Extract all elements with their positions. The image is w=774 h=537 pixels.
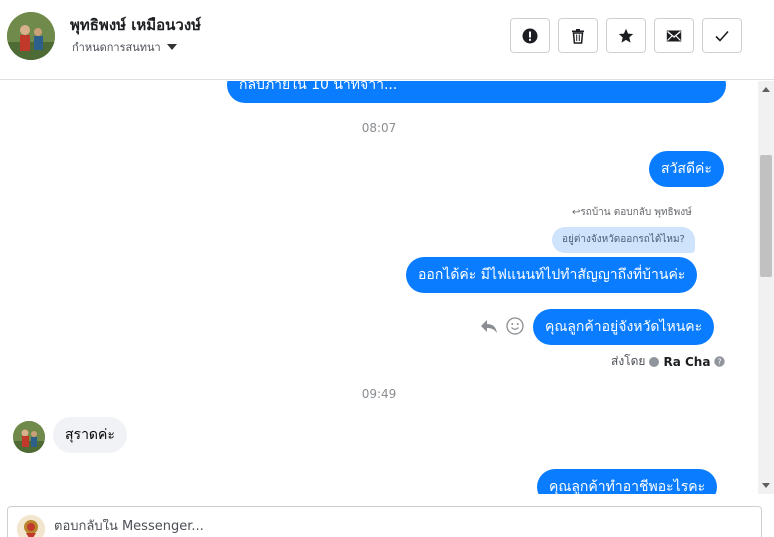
message-bubble-outgoing[interactable]: กลับภายใน 10 นาทีจ้าา...	[227, 81, 726, 103]
mark-unread-button[interactable]	[654, 18, 694, 53]
envelope-icon	[666, 30, 682, 41]
contact-avatar-small[interactable]	[13, 421, 45, 453]
star-button[interactable]	[606, 18, 646, 53]
quoted-message-text: อยู่ต่างจังหวัดออกรถได้ไหม?	[562, 234, 685, 245]
message-text: สวัสดีค่ะ	[661, 161, 712, 177]
contact-avatar[interactable]	[7, 12, 55, 60]
trash-icon	[572, 28, 584, 44]
header-actions	[510, 18, 742, 53]
scroll-down-arrow-icon[interactable]	[762, 483, 770, 488]
reply-input[interactable]	[54, 519, 744, 534]
sent-by-label: ส่งโดย Ra Cha ?	[611, 352, 726, 371]
help-icon[interactable]: ?	[714, 356, 726, 367]
react-emoji-icon[interactable]	[506, 317, 524, 335]
message-hover-actions	[480, 317, 524, 335]
mark-spam-button[interactable]	[510, 18, 550, 53]
message-bubble-outgoing[interactable]: ออกได้ค่ะ มีไฟแนนท์ไปทำสัญญาถึงที่บ้านค่…	[406, 257, 698, 293]
message-text: คุณลูกค้าอยู่จังหวัดไหนคะ	[545, 319, 703, 335]
sent-by-prefix: ส่งโดย	[611, 354, 646, 368]
checkmark-icon	[715, 30, 729, 42]
caret-down-icon	[166, 44, 177, 50]
message-text: คุณลูกค้าทำอาชีพอะไรคะ	[549, 479, 706, 494]
delete-button[interactable]	[558, 18, 598, 53]
reply-composer	[7, 506, 762, 537]
message-thread: กลับภายใน 10 นาทีจ้าา... 08:07 สวัสดีค่ะ…	[0, 81, 758, 494]
message-bubble-outgoing[interactable]: สวัสดีค่ะ	[649, 151, 724, 187]
assign-conversation-dropdown[interactable]: กำหนดการสนทนา	[72, 38, 177, 56]
message-bubble-outgoing[interactable]: คุณลูกค้าทำอาชีพอะไรคะ	[537, 469, 718, 494]
contact-name[interactable]: พุทธิพงษ์ เหมือนวงษ์	[70, 13, 201, 37]
scroll-thumb[interactable]	[760, 155, 772, 277]
scroll-up-arrow-icon[interactable]	[762, 87, 770, 92]
star-icon	[618, 28, 634, 43]
message-bubble-outgoing[interactable]: คุณลูกค้าอยู่จังหวัดไหนคะ	[533, 309, 715, 345]
message-scrollbar[interactable]	[758, 81, 774, 494]
message-text: กลับภายใน 10 นาทีจ้าา...	[239, 81, 398, 93]
sender-name[interactable]: Ra Cha	[663, 355, 710, 369]
quoted-message[interactable]: อยู่ต่างจังหวัดออกรถได้ไหม?	[552, 227, 695, 253]
conversation-header: พุทธิพงษ์ เหมือนวงษ์ กำหนดการสนทนา	[0, 0, 774, 80]
page-badge-icon	[649, 356, 660, 367]
page-avatar	[17, 515, 45, 537]
message-text: ออกได้ค่ะ มีไฟแนนท์ไปทำสัญญาถึงที่บ้านค่…	[418, 267, 686, 283]
reply-context-text: รถบ้าน ตอบกลับ พุทธิพงษ์	[580, 207, 692, 218]
timestamp: 08:07	[361, 121, 397, 135]
assign-label: กำหนดการสนทนา	[72, 41, 161, 54]
alert-circle-icon	[522, 28, 538, 43]
reply-icon[interactable]	[480, 318, 498, 334]
reply-context-label: ↩รถบ้าน ตอบกลับ พุทธิพงษ์	[572, 205, 692, 220]
svg-text:?: ?	[718, 358, 722, 367]
message-bubble-incoming[interactable]: สุราดค่ะ	[53, 417, 127, 453]
message-text: สุราดค่ะ	[65, 427, 115, 443]
mark-done-button[interactable]	[702, 18, 742, 53]
timestamp: 09:49	[361, 387, 397, 401]
